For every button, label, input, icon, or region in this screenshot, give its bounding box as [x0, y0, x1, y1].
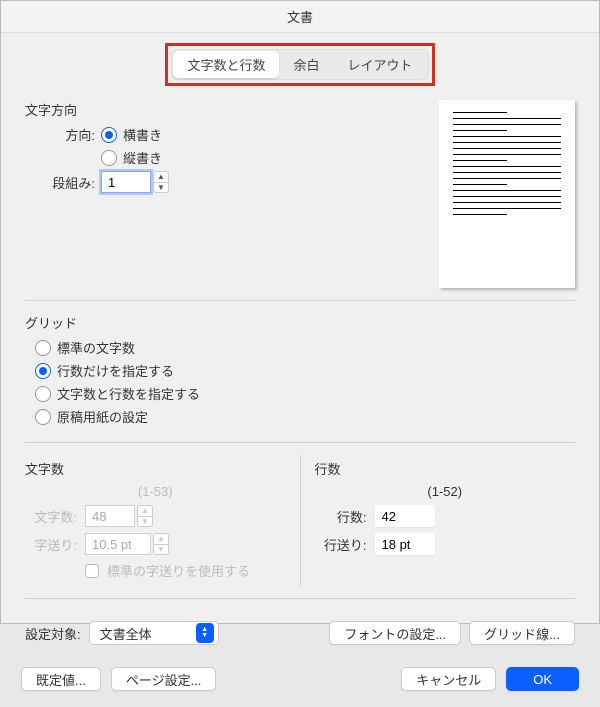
chars-range: (1-53): [25, 484, 286, 499]
columns-step-up[interactable]: ▲: [153, 171, 169, 182]
text-direction-heading: 文字方向: [25, 100, 419, 119]
lines-pitch-input[interactable]: [375, 533, 435, 555]
defaults-button[interactable]: 既定値...: [21, 667, 101, 691]
chars-pitch-step-down: ▼: [153, 544, 169, 555]
grid-opt-chars-lines-radio[interactable]: [35, 386, 51, 402]
columns-step-down[interactable]: ▼: [153, 182, 169, 193]
tab-bar-wrap: 文字数と行数 余白 レイアウト: [1, 33, 599, 100]
chars-heading: 文字数: [25, 459, 286, 478]
document-dialog: 文書 文字数と行数 余白 レイアウト 文字方向 方向: 横書き: [0, 0, 600, 624]
use-default-pitch-checkbox: [85, 564, 99, 578]
dialog-footer: 既定値... ページ設定... キャンセル OK: [1, 655, 599, 707]
chars-step-up: ▲: [137, 505, 153, 516]
chars-pitch-input: [85, 533, 151, 555]
direction-label: 方向:: [49, 125, 95, 144]
lines-pitch-label: 行送り:: [315, 535, 367, 554]
tab-margins[interactable]: 余白: [279, 51, 333, 78]
direction-vertical-radio[interactable]: [101, 150, 117, 166]
grid-opt-genko-radio[interactable]: [35, 409, 51, 425]
direction-vertical-label: 縦書き: [123, 148, 162, 167]
grid-opt-chars-lines-label: 文字数と行数を指定する: [57, 384, 200, 403]
font-settings-button[interactable]: フォントの設定...: [329, 621, 461, 645]
lines-count-label: 行数:: [315, 507, 367, 526]
grid-opt-lines-only-label: 行数だけを指定する: [57, 361, 174, 380]
lines-heading: 行数: [315, 459, 576, 478]
tabs-highlight-box: 文字数と行数 余白 レイアウト: [165, 43, 434, 86]
grid-opt-lines-only-radio[interactable]: [35, 363, 51, 379]
direction-horizontal-label: 横書き: [123, 125, 162, 144]
chars-pitch-label: 字送り:: [25, 535, 77, 554]
apply-to-label: 設定対象:: [25, 624, 81, 643]
chars-count-input: [85, 505, 135, 527]
tab-bar: 文字数と行数 余白 レイアウト: [171, 49, 428, 80]
lines-range: (1-52): [315, 484, 576, 499]
direction-horizontal-radio[interactable]: [101, 127, 117, 143]
apply-to-select[interactable]: 文書全体 ▲▼: [89, 621, 219, 645]
tab-layout[interactable]: レイアウト: [334, 51, 427, 78]
ok-button[interactable]: OK: [506, 667, 579, 691]
chars-step-down: ▼: [137, 516, 153, 527]
chars-pitch-step-up: ▲: [153, 533, 169, 544]
page-preview: [439, 100, 575, 288]
apply-to-value: 文書全体: [100, 624, 152, 643]
grid-opt-standard-label: 標準の文字数: [57, 338, 135, 357]
columns-label: 段組み:: [49, 173, 95, 192]
grid-heading: グリッド: [25, 313, 575, 332]
grid-opt-genko-label: 原稿用紙の設定: [57, 407, 148, 426]
gridlines-button[interactable]: グリッド線...: [469, 621, 575, 645]
divider-3: [25, 598, 575, 599]
lines-count-input[interactable]: [375, 505, 435, 527]
page-setup-button[interactable]: ページ設定...: [111, 667, 217, 691]
chars-count-label: 文字数:: [25, 507, 77, 526]
cancel-button[interactable]: キャンセル: [401, 667, 496, 691]
select-caret-icon: ▲▼: [196, 623, 214, 643]
dialog-title: 文書: [1, 1, 599, 33]
tab-grid[interactable]: 文字数と行数: [173, 51, 279, 78]
columns-stepper: ▲ ▼: [101, 171, 169, 193]
lines-panel: 行数 (1-52) 行数: 行送り:: [301, 455, 576, 586]
use-default-pitch-label: 標準の字送りを使用する: [107, 561, 250, 580]
divider-2: [25, 442, 575, 443]
divider-1: [25, 300, 575, 301]
grid-opt-standard-radio[interactable]: [35, 340, 51, 356]
chars-panel: 文字数 (1-53) 文字数: ▲▼ 字送り: ▲▼: [25, 455, 301, 586]
columns-input[interactable]: [101, 171, 151, 193]
